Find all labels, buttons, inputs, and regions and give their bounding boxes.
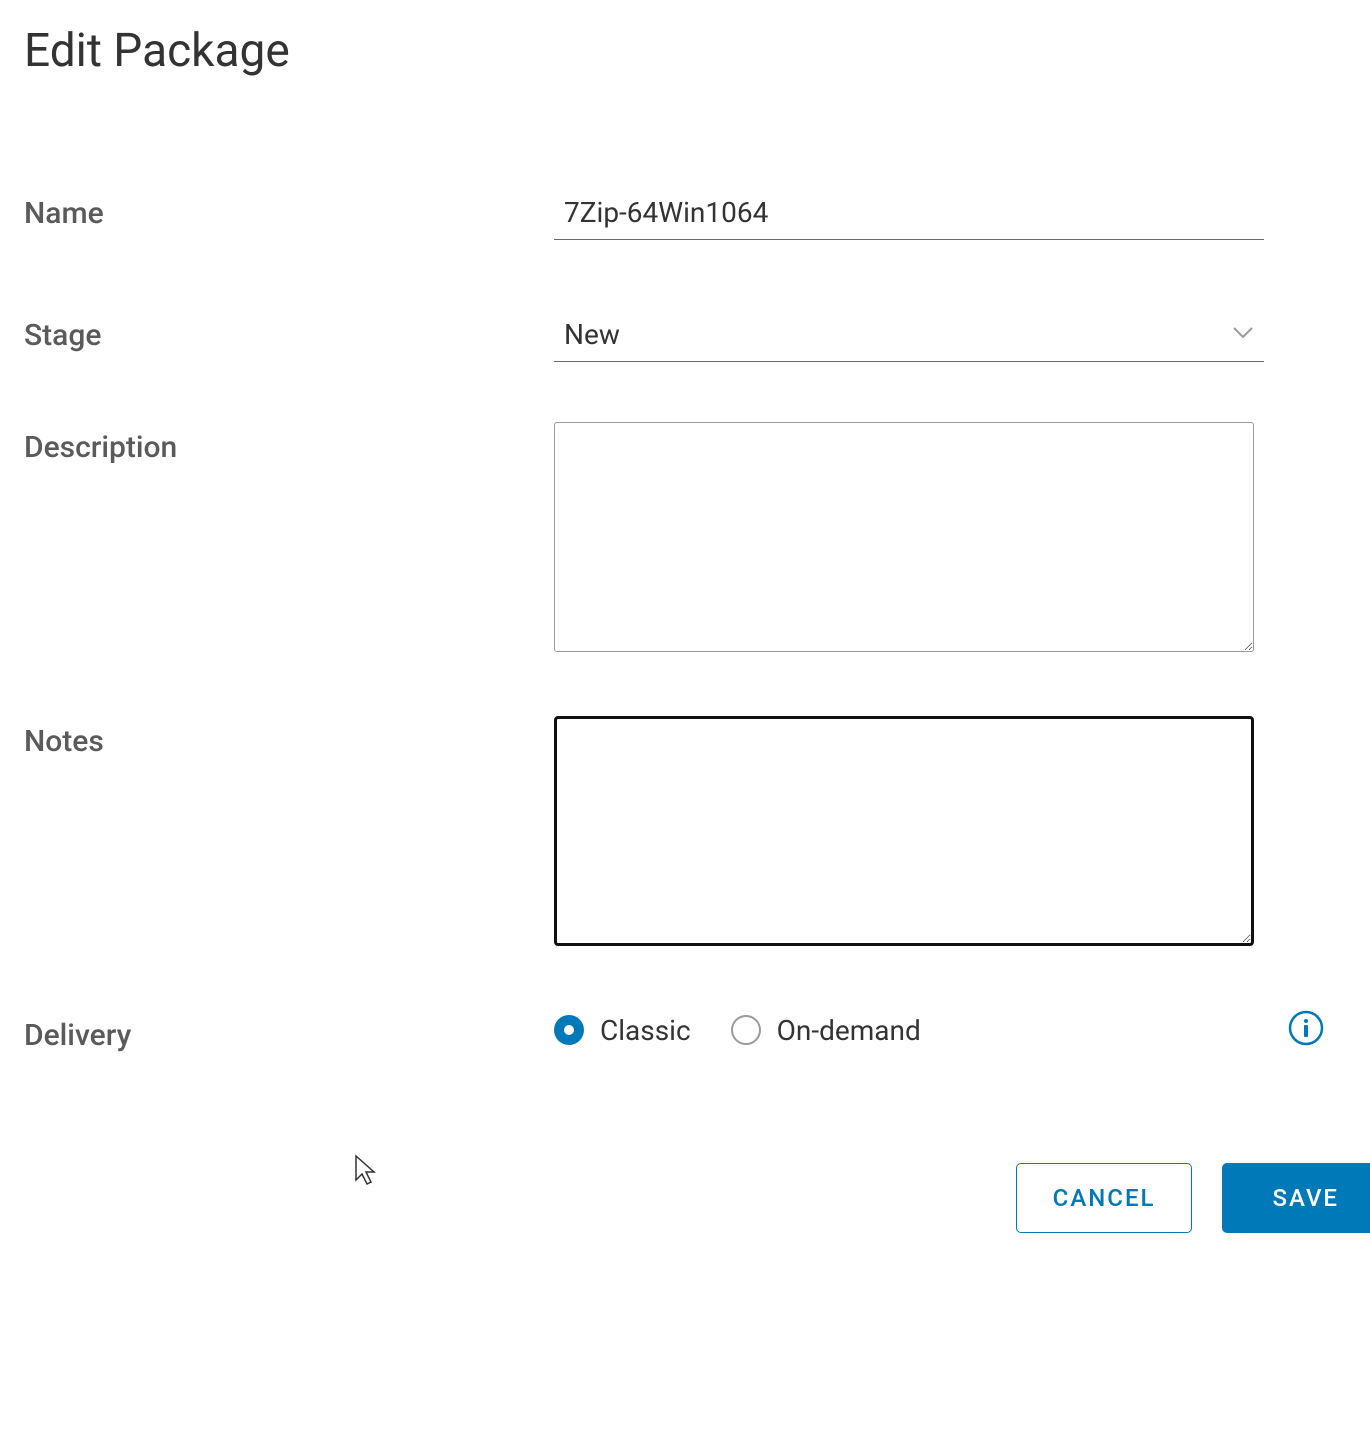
radio-selected-icon xyxy=(554,1015,584,1045)
stage-label: Stage xyxy=(24,310,554,353)
name-input[interactable] xyxy=(554,188,1264,240)
description-label: Description xyxy=(24,422,554,465)
notes-label: Notes xyxy=(24,716,554,759)
delivery-row: Delivery Classic On-demand xyxy=(24,1010,1346,1053)
delivery-ondemand-label: On-demand xyxy=(777,1014,921,1047)
name-row: Name xyxy=(24,188,1346,240)
page-title: Edit Package xyxy=(24,24,1346,78)
delivery-classic-label: Classic xyxy=(600,1014,691,1047)
delivery-radio-classic[interactable]: Classic xyxy=(554,1014,691,1047)
delivery-radio-ondemand[interactable]: On-demand xyxy=(731,1014,921,1047)
info-icon[interactable] xyxy=(1288,1010,1324,1050)
save-button[interactable]: SAVE xyxy=(1222,1163,1370,1233)
button-row: CANCEL SAVE xyxy=(24,1163,1370,1233)
notes-row: Notes xyxy=(24,716,1346,950)
cancel-button[interactable]: CANCEL xyxy=(1016,1163,1193,1233)
stage-row: Stage New xyxy=(24,310,1346,362)
stage-select[interactable]: New xyxy=(554,310,1264,362)
chevron-down-icon xyxy=(1232,325,1254,344)
notes-textarea[interactable] xyxy=(554,716,1254,946)
name-label: Name xyxy=(24,188,554,231)
description-textarea[interactable] xyxy=(554,422,1254,652)
delivery-label: Delivery xyxy=(24,1010,554,1053)
description-row: Description xyxy=(24,422,1346,656)
radio-unselected-icon xyxy=(731,1015,761,1045)
stage-value: New xyxy=(564,318,1232,351)
